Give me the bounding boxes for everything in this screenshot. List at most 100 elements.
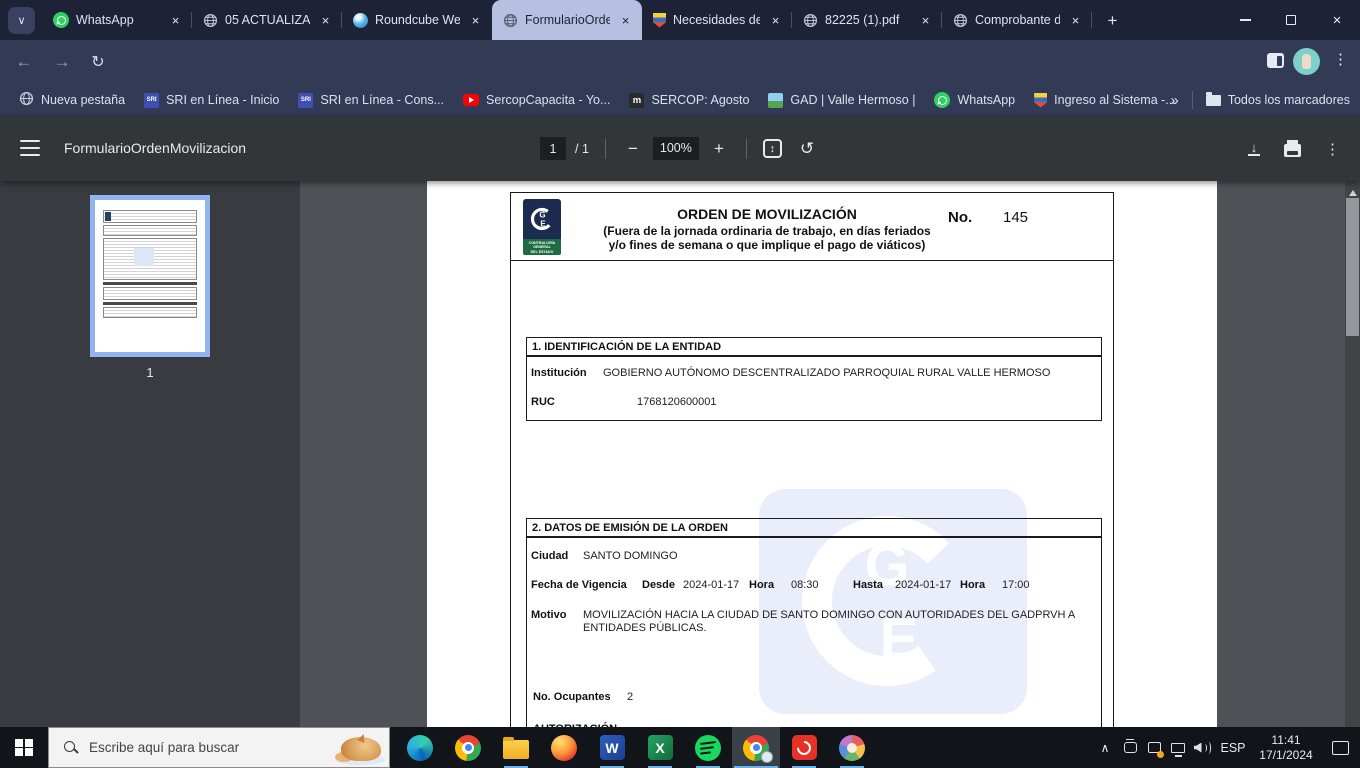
globe-icon <box>803 13 818 28</box>
rotate-icon[interactable]: ↺ <box>800 139 814 159</box>
zoom-in-button[interactable]: + <box>708 139 730 159</box>
tab-close-icon[interactable]: × <box>317 12 334 29</box>
reload-button[interactable]: ↻ <box>86 50 110 74</box>
tab-close-icon[interactable]: × <box>467 12 484 29</box>
scroll-up-arrow[interactable] <box>1348 186 1357 196</box>
menu-icon[interactable] <box>20 140 40 156</box>
tab-close-icon[interactable]: × <box>1067 12 1084 29</box>
taskbar-word[interactable]: W <box>588 727 636 768</box>
bookmarks-overflow-icon[interactable]: » <box>1170 92 1178 109</box>
bookmark-label: SRI en Línea - Inicio <box>166 93 280 107</box>
desde-label: Desde <box>642 579 676 591</box>
print-icon[interactable] <box>1284 139 1301 157</box>
document-page: G E G E CONTRALORÍA GENERAL DEL ESTADO O… <box>427 181 1217 727</box>
zoom-out-button[interactable]: − <box>622 139 644 159</box>
chevron-down-icon: ∨ <box>17 15 26 27</box>
back-button[interactable]: ← <box>12 50 36 74</box>
bookmark-ingreso-sistema[interactable]: Ingreso al Sistema -... <box>1034 92 1176 108</box>
globe-icon <box>19 91 34 109</box>
cge-logo-caption: CONTRALORÍA GENERAL DEL ESTADO <box>523 239 561 255</box>
spotify-icon <box>695 734 721 761</box>
taskbar-paint[interactable] <box>828 727 876 768</box>
globe-icon <box>503 13 518 28</box>
search-input[interactable] <box>89 740 333 755</box>
language-indicator[interactable]: ESP <box>1214 741 1252 755</box>
notification-icon <box>1331 740 1349 755</box>
volume-icon[interactable] <box>1190 740 1214 756</box>
tray-app-icon[interactable] <box>1118 738 1142 756</box>
all-bookmarks-label: Todos los marcadores <box>1227 93 1350 107</box>
tab-roundcube[interactable]: Roundcube Web × <box>342 0 492 40</box>
page-thumbnail[interactable] <box>90 195 210 357</box>
taskbar-edge[interactable] <box>396 727 444 768</box>
globe-icon <box>953 13 968 28</box>
taskbar: W X ∧ ESP 11:41 17/1/2024 <box>0 727 1360 768</box>
tab-actualizacion[interactable]: 05 ACTUALIZAC × <box>192 0 342 40</box>
taskbar-chrome-active[interactable] <box>732 727 780 768</box>
close-window-button[interactable]: × <box>1314 0 1360 40</box>
forward-button[interactable]: → <box>50 50 74 74</box>
taskbar-clock[interactable]: 11:41 17/1/2024 <box>1252 733 1320 763</box>
bookmark-nueva-pestana[interactable]: Nueva pestaña <box>19 91 125 109</box>
tab-formulario-active[interactable]: FormularioOrde × <box>492 0 642 40</box>
bookmark-label: SERCOP: Agosto <box>651 93 750 107</box>
roundcube-icon <box>353 12 368 28</box>
bookmark-sercop[interactable]: m SERCOP: Agosto <box>629 92 750 108</box>
zoom-level[interactable]: 100% <box>652 137 699 160</box>
tray-chevron-icon[interactable]: ∧ <box>1092 741 1118 755</box>
download-icon[interactable]: ↓ <box>1248 141 1260 156</box>
edge-icon <box>407 734 433 761</box>
page-number-input[interactable] <box>540 137 566 160</box>
network-icon[interactable] <box>1166 740 1190 757</box>
search-fox-image <box>333 728 387 766</box>
file-explorer-icon <box>503 736 529 759</box>
sercop-icon: m <box>629 92 645 108</box>
taskbar-excel[interactable]: X <box>636 727 684 768</box>
pdf-menu-icon[interactable]: ⋮ <box>1325 140 1340 158</box>
bookmark-label: GAD | Valle Hermoso | <box>790 93 916 107</box>
cge-logo: G E CONTRALORÍA GENERAL DEL ESTADO <box>523 199 561 255</box>
tab-search-button[interactable]: ∨ <box>8 7 35 34</box>
hora-hasta-label: Hora <box>960 579 986 591</box>
tab-close-icon[interactable]: × <box>917 12 934 29</box>
bookmark-whatsapp[interactable]: WhatsApp <box>934 92 1015 108</box>
taskbar-chrome[interactable] <box>444 727 492 768</box>
institucion-label: Institución <box>531 367 587 379</box>
start-button[interactable] <box>0 727 48 768</box>
motivo-value: MOVILIZACIÓN HACIA LA CIUDAD DE SANTO DO… <box>583 609 1075 634</box>
ocupantes-label: No. Ocupantes <box>533 691 611 703</box>
windows-logo-icon <box>15 738 33 757</box>
thumbnail-content <box>95 200 205 352</box>
whatsapp-icon <box>53 12 69 28</box>
minimize-button[interactable] <box>1222 0 1268 40</box>
browser-menu-icon[interactable]: ⋮ <box>1333 50 1348 68</box>
tab-82225-pdf[interactable]: 82225 (1).pdf × <box>792 0 942 40</box>
taskbar-explorer[interactable] <box>492 727 540 768</box>
scrollbar-thumb[interactable] <box>1346 198 1359 336</box>
taskbar-firefox[interactable] <box>540 727 588 768</box>
tab-close-icon[interactable]: × <box>767 12 784 29</box>
action-center-button[interactable] <box>1320 740 1360 755</box>
tab-whatsapp[interactable]: WhatsApp × <box>42 0 192 40</box>
tray-update-icon[interactable] <box>1142 740 1166 758</box>
tab-comprobante[interactable]: Comprobante d × <box>942 0 1092 40</box>
pdf-title: FormularioOrdenMovilizacion <box>64 140 247 156</box>
svg-text:E: E <box>540 220 546 229</box>
bookmark-sri-inicio[interactable]: SRI SRI en Línea - Inicio <box>144 92 280 108</box>
side-panel-icon[interactable] <box>1267 53 1284 68</box>
tab-close-icon[interactable]: × <box>617 12 634 29</box>
ocupantes-value: 2 <box>627 691 634 703</box>
fit-page-icon[interactable]: ↕ <box>762 139 782 158</box>
bookmark-gad[interactable]: GAD | Valle Hermoso | <box>768 92 916 108</box>
tab-close-icon[interactable]: × <box>167 12 184 29</box>
taskbar-acrobat[interactable] <box>780 727 828 768</box>
bookmark-sercopcapacita[interactable]: SercopCapacita - Yo... <box>463 93 610 107</box>
maximize-button[interactable] <box>1268 0 1314 40</box>
all-bookmarks-button[interactable]: Todos los marcadores <box>1205 91 1350 107</box>
bookmark-sri-consultas[interactable]: SRI SRI en Línea - Cons... <box>298 92 444 108</box>
taskbar-search[interactable] <box>48 727 390 768</box>
taskbar-spotify[interactable] <box>684 727 732 768</box>
tab-necesidades[interactable]: Necesidades de × <box>642 0 792 40</box>
new-tab-button[interactable]: + <box>1100 8 1125 33</box>
profile-avatar[interactable] <box>1293 48 1320 75</box>
